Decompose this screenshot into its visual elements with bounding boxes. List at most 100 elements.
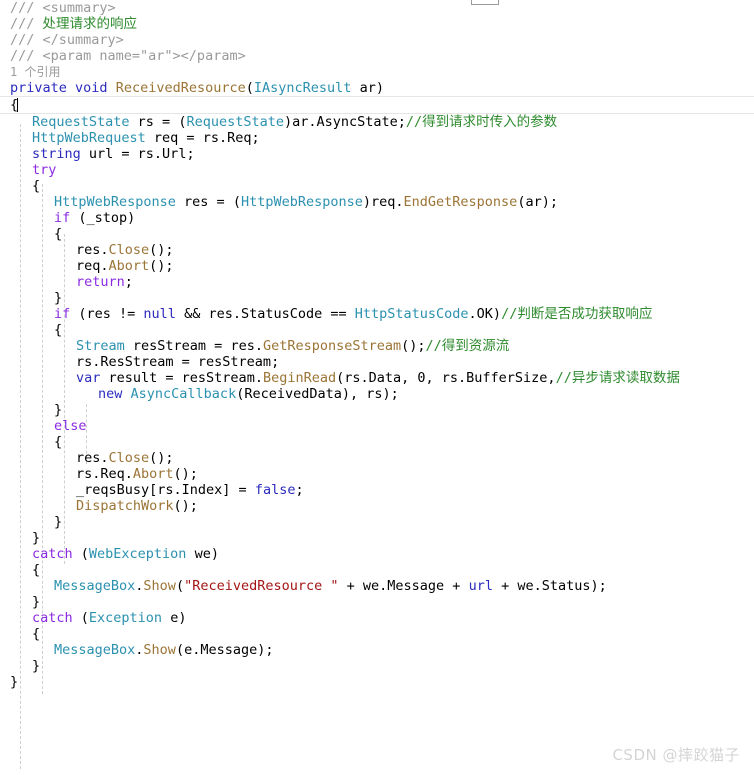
code-line[interactable]: try <box>0 162 754 178</box>
code-token-plain: url = rs.Url; <box>80 146 195 162</box>
code-line[interactable]: /// </summary> <box>0 32 754 48</box>
code-token-plain: req = rs.Req; <box>145 130 260 146</box>
code-line[interactable]: req.Abort(); <box>0 258 754 274</box>
code-token-plain: { <box>54 226 63 242</box>
code-line[interactable]: catch (WebException we) <box>0 546 754 562</box>
code-token-plain: rs = ( <box>129 114 187 130</box>
code-line[interactable]: { <box>0 96 754 114</box>
code-editor-surface: /// <summary>/// 处理请求的响应/// </summary>//… <box>0 0 754 775</box>
code-token-plain: ( <box>175 578 185 594</box>
code-line[interactable]: string url = rs.Url; <box>0 146 754 162</box>
code-token-type: HttpWebResponse <box>54 194 176 210</box>
code-token-plain: )ar.AsyncState; <box>284 114 406 130</box>
code-token-meth: Show <box>143 578 176 594</box>
code-line[interactable]: } <box>0 658 754 674</box>
code-line[interactable]: new AsyncCallback(ReceivedData), rs); <box>0 386 754 402</box>
code-token-plain: .OK) <box>468 306 502 322</box>
code-line[interactable]: HttpWebRequest req = rs.Req; <box>0 130 754 146</box>
code-token-str: "ReceivedResource " <box>184 578 339 594</box>
code-line[interactable]: { <box>0 178 754 194</box>
code-token-kw: false <box>254 482 296 498</box>
code-line[interactable]: /// <param name="ar"></param> <box>0 48 754 64</box>
code-line[interactable]: return; <box>0 274 754 290</box>
code-token-plain: (); <box>173 466 198 482</box>
code-line[interactable]: { <box>0 434 754 450</box>
code-line[interactable]: rs.Req.Abort(); <box>0 466 754 482</box>
code-token-plain: (_stop) <box>70 210 136 226</box>
code-token-plain: (ReceivedData), rs); <box>236 386 399 402</box>
code-line[interactable]: } <box>0 514 754 530</box>
code-line[interactable]: } <box>0 530 754 546</box>
code-token-plain: } <box>54 514 63 530</box>
code-token-plain: _reqsBusy[rs.Index] = <box>76 482 255 498</box>
code-token-kw: url <box>468 578 493 594</box>
code-token-plain: ; <box>295 482 304 498</box>
code-token-plain: } <box>54 290 63 306</box>
code-token-kw: new <box>98 386 123 402</box>
code-token-meth: DispatchWork <box>76 498 174 514</box>
code-line[interactable]: } <box>0 402 754 418</box>
code-token-xmldoc: /// <param name="ar"></param> <box>10 48 246 64</box>
code-line[interactable]: RequestState rs = (RequestState)ar.Async… <box>0 114 754 130</box>
code-line[interactable]: } <box>0 290 754 306</box>
code-line[interactable]: if (_stop) <box>0 210 754 226</box>
code-token-plain: + we.Message + <box>338 578 469 594</box>
code-line[interactable]: { <box>0 562 754 578</box>
code-line[interactable]: _reqsBusy[rs.Index] = false; <box>0 482 754 498</box>
code-token-plain: req. <box>76 258 109 274</box>
code-token-plain: rs.Req. <box>76 466 133 482</box>
code-token-plain: (rs.Data, 0, rs.BufferSize, <box>336 370 556 386</box>
code-token-type: HttpWebResponse <box>240 194 363 210</box>
code-line[interactable]: DispatchWork(); <box>0 498 754 514</box>
code-token-ctl: if <box>54 306 71 322</box>
code-line[interactable]: /// <summary> <box>0 0 754 16</box>
code-line[interactable]: 1 个引用 <box>0 64 754 80</box>
code-token-plain: } <box>32 594 41 610</box>
code-token-plain: we) <box>186 546 219 562</box>
code-line[interactable]: rs.ResStream = resStream; <box>0 354 754 370</box>
code-token-plain: + we.Status); <box>492 578 607 594</box>
code-token-cmt: 处理请求的响应 <box>42 16 138 32</box>
code-token-kw: null <box>143 306 176 322</box>
code-line[interactable]: Stream resStream = res.GetResponseStream… <box>0 338 754 354</box>
code-token-plain: )req. <box>362 194 404 210</box>
code-token-type: Stream <box>76 338 125 354</box>
code-token-cmt: //得到资源流 <box>425 338 510 354</box>
code-line[interactable]: private void ReceivedResource(IAsyncResu… <box>0 80 754 96</box>
code-token-kw: void <box>75 80 108 96</box>
code-token-plain: e) <box>162 610 187 626</box>
code-token-type: RequestState <box>32 114 130 130</box>
code-token-ctl: catch <box>32 610 73 626</box>
code-line[interactable]: var result = resStream.BeginRead(rs.Data… <box>0 370 754 386</box>
code-token-plain: (); <box>173 498 198 514</box>
code-line[interactable]: if (res != null && res.StatusCode == Htt… <box>0 306 754 322</box>
code-line[interactable]: { <box>0 626 754 642</box>
code-token-plain: } <box>54 402 63 418</box>
code-line[interactable]: HttpWebResponse res = (HttpWebResponse)r… <box>0 194 754 210</box>
code-line[interactable]: { <box>0 226 754 242</box>
code-token-type: HttpStatusCode <box>354 306 469 322</box>
code-token-plain: rs.ResStream = resStream; <box>76 354 280 370</box>
code-token-meth: EndGetResponse <box>403 194 518 210</box>
code-line[interactable]: { <box>0 322 754 338</box>
code-line[interactable]: } <box>0 674 754 690</box>
code-token-meth: Close <box>108 242 150 258</box>
code-token-ctl: try <box>32 162 57 178</box>
code-line[interactable]: res.Close(); <box>0 242 754 258</box>
code-token-type: MessageBox <box>54 578 136 594</box>
code-line[interactable]: /// 处理请求的响应 <box>0 16 754 32</box>
code-token-type: AsyncCallback <box>130 386 237 402</box>
code-token-plain: { <box>32 626 41 642</box>
code-line[interactable]: catch (Exception e) <box>0 610 754 626</box>
code-line[interactable]: MessageBox.Show(e.Message); <box>0 642 754 658</box>
code-line[interactable]: } <box>0 594 754 610</box>
code-line[interactable]: res.Close(); <box>0 450 754 466</box>
code-token-plain: res. <box>76 242 109 258</box>
code-line[interactable]: MessageBox.Show("ReceivedResource " + we… <box>0 578 754 594</box>
code-line[interactable]: else <box>0 418 754 434</box>
code-token-plain: (); <box>149 450 174 466</box>
code-token-meth: Abort <box>132 466 174 482</box>
code-token-ctl: catch <box>32 546 73 562</box>
code-lines-container[interactable]: /// <summary>/// 处理请求的响应/// </summary>//… <box>0 0 754 690</box>
code-token-kw: var <box>76 370 101 386</box>
